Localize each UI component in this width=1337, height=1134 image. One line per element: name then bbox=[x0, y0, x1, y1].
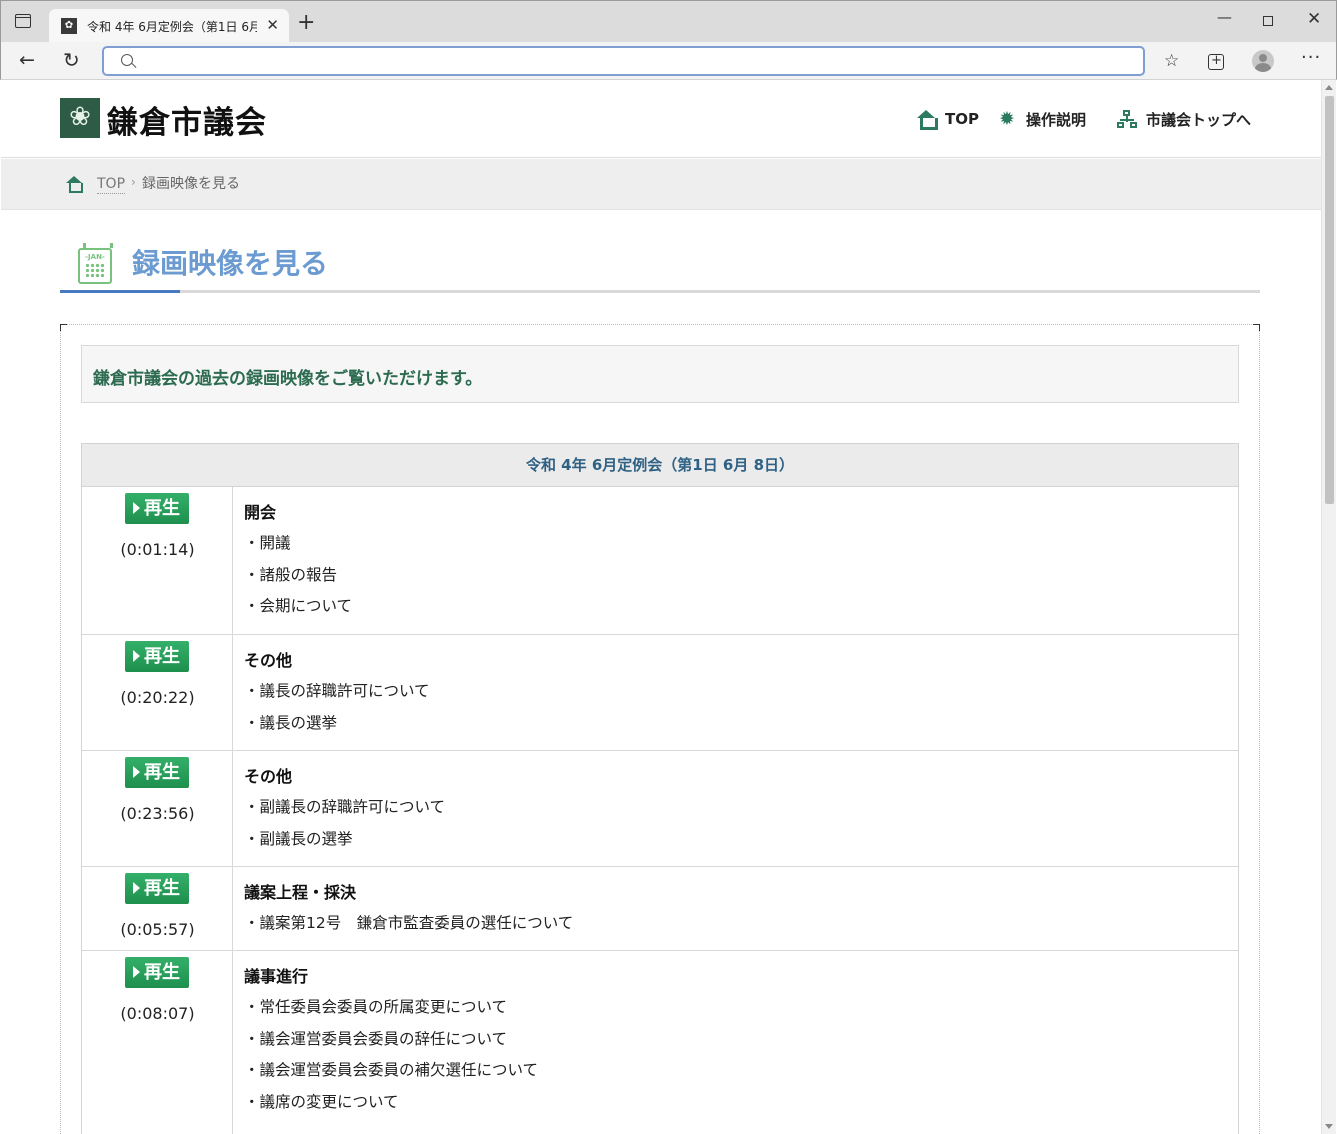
table-row: 再生 (0:01:14) 開会 ・開議 ・諸般の報告 ・会期について bbox=[82, 487, 1238, 635]
agenda-item: ・常任委員会委員の所属変更について bbox=[244, 998, 508, 1016]
maximize-icon[interactable] bbox=[1263, 16, 1273, 26]
agenda-item: ・議長の選挙 bbox=[244, 713, 338, 732]
agenda-title: その他 bbox=[244, 651, 293, 670]
page-heading: -JAN- 録画映像を見る bbox=[60, 242, 1260, 294]
play-button[interactable]: 再生 bbox=[125, 493, 189, 524]
back-arrow-icon[interactable]: ← bbox=[19, 49, 35, 71]
table-row: 再生 (0:05:57) 議案上程・採決 ・議案第12号 鎌倉市監査委員の選任に… bbox=[82, 867, 1238, 951]
intro-message: 鎌倉市議会の過去の録画映像をご覧いただけます。 bbox=[81, 345, 1239, 403]
session-title: 令和 4年 6月定例会（第1日 6月 8日） bbox=[82, 444, 1238, 487]
breadcrumb-top-link[interactable]: TOP bbox=[97, 176, 126, 194]
sitemap-icon bbox=[1117, 110, 1137, 128]
scroll-down-arrow-icon[interactable] bbox=[1325, 1124, 1333, 1129]
video-duration: (0:20:22) bbox=[120, 688, 195, 707]
agenda-item: ・開議 bbox=[244, 534, 291, 552]
browser-tab-active[interactable]: ✿ 令和 4年 6月定例会（第1日 6月 8 ✕ bbox=[49, 9, 289, 42]
tab-close-icon[interactable]: ✕ bbox=[266, 16, 279, 34]
agenda-item: ・議長の辞職許可について bbox=[244, 682, 430, 700]
calendar-icon: -JAN- bbox=[78, 243, 113, 284]
nav-link-council-top[interactable]: 市議会トップへ bbox=[1117, 108, 1251, 130]
site-favicon-icon: ✿ bbox=[61, 18, 77, 34]
calendar-month-label: -JAN- bbox=[85, 253, 105, 261]
search-icon bbox=[121, 54, 133, 66]
home-icon bbox=[916, 110, 938, 130]
browser-toolbar: ← ↻ ☆ ··· bbox=[1, 42, 1336, 80]
play-button[interactable]: 再生 bbox=[125, 757, 189, 788]
nav-top-label: TOP bbox=[945, 110, 979, 128]
video-duration: (0:08:07) bbox=[120, 1004, 195, 1023]
agenda-item: ・議会運営委員会委員の辞任について bbox=[244, 1029, 508, 1048]
play-button[interactable]: 再生 bbox=[125, 873, 189, 904]
site-logo-text[interactable]: 鎌倉市議会 bbox=[107, 97, 267, 142]
agenda-item: ・副議長の選挙 bbox=[244, 829, 353, 848]
nav-link-top[interactable]: TOP bbox=[916, 108, 979, 130]
table-row: 再生 (0:20:22) その他 ・議長の辞職許可について ・議長の選挙 bbox=[82, 635, 1238, 751]
browser-chrome: ✿ 令和 4年 6月定例会（第1日 6月 8 ✕ + — ✕ ← ↻ ☆ ··· bbox=[0, 0, 1337, 80]
page-title: 録画映像を見る bbox=[132, 247, 329, 280]
gear-icon: ✹ bbox=[999, 108, 1015, 130]
video-duration: (0:01:14) bbox=[120, 540, 195, 559]
agenda-title: 議案上程・採決 bbox=[244, 883, 357, 902]
new-tab-icon[interactable]: + bbox=[297, 12, 315, 34]
city-emblem-icon[interactable] bbox=[60, 98, 100, 138]
nav-help-label: 操作説明 bbox=[1026, 110, 1087, 129]
session-table: 令和 4年 6月定例会（第1日 6月 8日） 再生 (0:01:14) 開会 ・… bbox=[81, 443, 1239, 1134]
tab-strip: ✿ 令和 4年 6月定例会（第1日 6月 8 ✕ + — ✕ bbox=[1, 1, 1336, 42]
table-row: 再生 (0:23:56) その他 ・副議長の辞職許可について ・副議長の選挙 bbox=[82, 751, 1238, 867]
nav-council-label: 市議会トップへ bbox=[1146, 110, 1252, 129]
profile-avatar-icon[interactable] bbox=[1252, 50, 1274, 72]
tab-title: 令和 4年 6月定例会（第1日 6月 8 bbox=[87, 20, 257, 34]
window-close-icon[interactable]: ✕ bbox=[1307, 9, 1321, 29]
address-bar[interactable] bbox=[102, 46, 1145, 76]
breadcrumb-separator: › bbox=[131, 175, 136, 189]
agenda-item: ・諸般の報告 bbox=[244, 565, 338, 584]
breadcrumb: TOP › 録画映像を見る bbox=[1, 159, 1321, 210]
breadcrumb-current: 録画映像を見る bbox=[142, 176, 240, 192]
heading-underline bbox=[60, 290, 1260, 293]
agenda-item: ・議会運営委員会委員の補欠選任について bbox=[244, 1061, 539, 1079]
breadcrumb-home-icon[interactable] bbox=[66, 176, 83, 193]
agenda-item: ・議案第12号 鎌倉市監査委員の選任について bbox=[244, 914, 574, 932]
agenda-title: 議事進行 bbox=[244, 967, 309, 986]
site-header: 鎌倉市議会 TOP ✹ 操作説明 市議会トップへ bbox=[1, 80, 1321, 158]
table-row: 再生 (0:08:07) 議事進行 ・常任委員会委員の所属変更について ・議会運… bbox=[82, 951, 1238, 1134]
collections-icon[interactable] bbox=[1208, 51, 1224, 71]
more-menu-icon[interactable]: ··· bbox=[1301, 48, 1321, 68]
favorites-star-icon[interactable]: ☆ bbox=[1164, 51, 1179, 71]
video-duration: (0:05:57) bbox=[120, 920, 195, 939]
scrollbar-thumb[interactable] bbox=[1325, 96, 1334, 504]
web-page: 鎌倉市議会 TOP ✹ 操作説明 市議会トップへ TOP › 録画映像を見る -… bbox=[1, 80, 1321, 1134]
agenda-item: ・副議長の辞職許可について bbox=[244, 798, 446, 816]
reload-icon[interactable]: ↻ bbox=[63, 49, 80, 71]
agenda-item: ・会期について bbox=[244, 597, 353, 615]
play-button[interactable]: 再生 bbox=[125, 957, 189, 988]
agenda-title: その他 bbox=[244, 767, 293, 786]
scroll-up-arrow-icon[interactable] bbox=[1325, 85, 1333, 90]
agenda-item: ・議席の変更について bbox=[244, 1092, 399, 1111]
video-duration: (0:23:56) bbox=[120, 804, 195, 823]
vertical-scrollbar[interactable] bbox=[1321, 80, 1336, 1134]
tab-actions-icon[interactable] bbox=[15, 14, 31, 28]
minimize-icon[interactable]: — bbox=[1217, 8, 1232, 26]
agenda-title: 開会 bbox=[244, 503, 277, 522]
nav-link-help[interactable]: ✹ 操作説明 bbox=[997, 108, 1086, 130]
play-button[interactable]: 再生 bbox=[125, 641, 189, 672]
